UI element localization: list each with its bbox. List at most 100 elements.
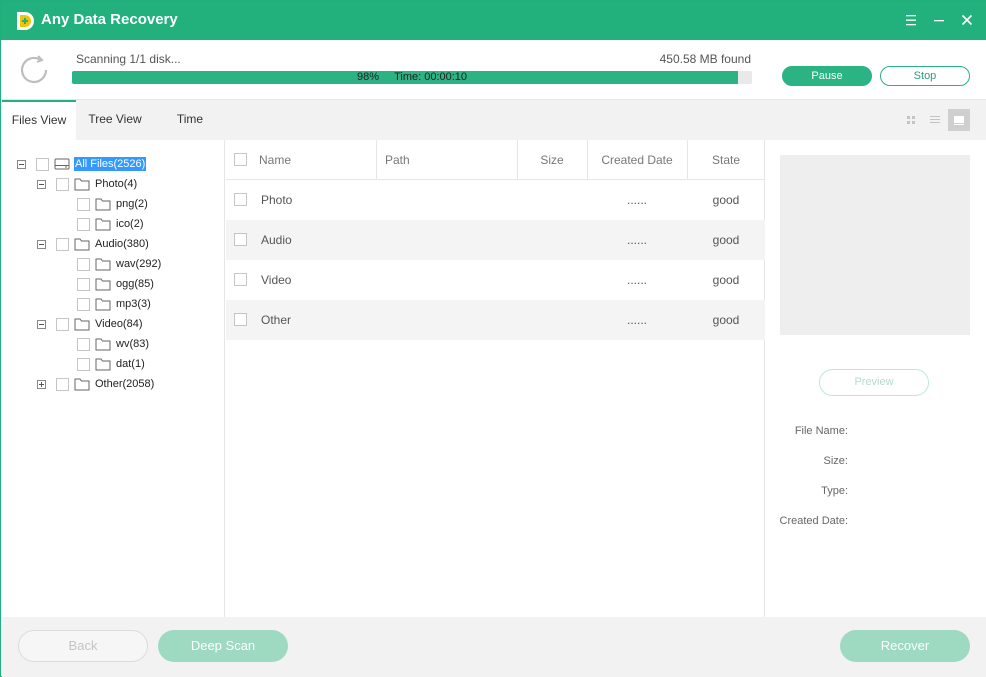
tree-label-ogg: ogg(85) — [116, 278, 154, 290]
row-checkbox[interactable] — [234, 313, 247, 326]
folder-icon — [74, 238, 90, 251]
elapsed-time: Time: 00:00:10 — [394, 71, 468, 83]
tree-checkbox[interactable] — [77, 357, 90, 371]
column-divider — [376, 140, 377, 180]
tree-checkbox[interactable] — [77, 217, 90, 231]
column-name[interactable]: Name — [259, 140, 291, 180]
select-all-checkbox[interactable] — [234, 153, 247, 166]
tree-checkbox[interactable] — [56, 177, 69, 191]
type-label: Type: — [821, 485, 848, 497]
tree-label-other: Other(2058) — [95, 378, 155, 390]
row-created: ...... — [626, 313, 647, 327]
tree-label-mp3: mp3(3) — [116, 298, 151, 310]
app-window: Any Data Recovery Scanning 1/1 disk... 4… — [0, 0, 986, 677]
file-row[interactable]: Video ...... good — [226, 260, 765, 300]
file-name-label: File Name: — [794, 425, 848, 437]
created-date-label: Created Date: — [779, 515, 848, 527]
column-path[interactable]: Path — [385, 140, 410, 180]
tree-item-wv[interactable]: wv(83) — [77, 334, 150, 354]
folder-icon — [95, 218, 111, 231]
tree-checkbox[interactable] — [56, 317, 69, 331]
folder-tree: All Files(2526) Photo(4) png(2) ico(2) A… — [2, 140, 225, 617]
scan-status-bar: Scanning 1/1 disk... 450.58 MB found 98%… — [2, 40, 986, 100]
minimize-icon[interactable] — [930, 11, 948, 29]
tab-tree-view[interactable]: Tree View — [76, 100, 154, 140]
tree-item-ico[interactable]: ico(2) — [77, 214, 145, 234]
tree-label-video: Video(84) — [95, 318, 143, 330]
preview-thumbnail — [780, 155, 970, 335]
collapse-icon[interactable] — [37, 319, 46, 329]
file-row[interactable]: Other ...... good — [226, 300, 765, 340]
tree-label-ico: ico(2) — [116, 218, 144, 230]
refresh-spinner-icon — [20, 55, 48, 84]
drive-icon — [54, 158, 70, 170]
tab-time[interactable]: Time — [154, 100, 226, 140]
deep-scan-button[interactable]: Deep Scan — [158, 630, 288, 662]
row-checkbox[interactable] — [234, 233, 247, 246]
collapse-icon[interactable] — [37, 179, 46, 189]
tree-item-wav[interactable]: wav(292) — [77, 254, 162, 274]
tree-checkbox[interactable] — [77, 297, 90, 311]
tree-label-wav: wav(292) — [116, 258, 162, 270]
tree-item-mp3[interactable]: mp3(3) — [77, 294, 152, 314]
row-state: good — [712, 273, 740, 287]
row-name: Video — [261, 273, 292, 287]
column-size[interactable]: Size — [517, 140, 587, 180]
detail-view-icon[interactable] — [948, 109, 970, 131]
row-checkbox[interactable] — [234, 273, 247, 286]
size-label: Size: — [823, 455, 848, 467]
tree-item-png[interactable]: png(2) — [77, 194, 149, 214]
tree-item-video[interactable]: Video(84) — [37, 314, 144, 334]
column-created-date[interactable]: Created Date — [587, 140, 687, 180]
row-created: ...... — [626, 273, 647, 287]
back-button[interactable]: Back — [18, 630, 148, 662]
row-created: ...... — [626, 233, 647, 247]
tree-checkbox[interactable] — [77, 277, 90, 291]
tree-label-png: png(2) — [116, 198, 148, 210]
recover-button[interactable]: Recover — [840, 630, 970, 662]
column-state[interactable]: State — [687, 140, 765, 180]
tree-item-audio[interactable]: Audio(380) — [37, 234, 150, 254]
tree-checkbox[interactable] — [77, 197, 90, 211]
progress-percent: 98% — [356, 71, 379, 83]
tree-label-all-files: All Files(2526) — [74, 157, 147, 171]
row-name: Photo — [261, 193, 293, 207]
list-view-icon[interactable] — [924, 109, 946, 131]
app-logo-icon — [17, 12, 34, 30]
tree-item-other[interactable]: Other(2058) — [37, 374, 155, 394]
folder-icon — [95, 298, 111, 311]
tree-label-audio: Audio(380) — [95, 238, 149, 250]
menu-icon[interactable] — [902, 11, 920, 29]
tree-checkbox[interactable] — [56, 377, 69, 391]
folder-icon — [74, 178, 90, 191]
collapse-icon[interactable] — [17, 159, 26, 169]
pause-button[interactable]: Pause — [782, 66, 872, 86]
tree-checkbox[interactable] — [56, 237, 69, 251]
close-icon[interactable] — [958, 11, 976, 29]
footer-bar: Back Deep Scan Recover — [2, 617, 986, 677]
tree-item-photo[interactable]: Photo(4) — [37, 174, 138, 194]
folder-icon — [95, 358, 111, 371]
tree-item-dat[interactable]: dat(1) — [77, 354, 146, 374]
row-created: ...... — [626, 193, 647, 207]
preview-button[interactable]: Preview — [819, 369, 929, 396]
row-state: good — [712, 313, 740, 327]
tree-checkbox[interactable] — [36, 157, 49, 171]
row-checkbox[interactable] — [234, 193, 247, 206]
tree-checkbox[interactable] — [77, 337, 90, 351]
grid-view-icon[interactable] — [900, 109, 922, 131]
tree-item-ogg[interactable]: ogg(85) — [77, 274, 155, 294]
tree-checkbox[interactable] — [77, 257, 90, 271]
found-size-text: 450.58 MB found — [659, 52, 751, 66]
collapse-icon[interactable] — [37, 239, 46, 249]
file-row[interactable]: Audio ...... good — [226, 220, 765, 260]
tree-item-all-files[interactable]: All Files(2526) — [17, 154, 147, 174]
folder-icon — [95, 258, 111, 271]
stop-button[interactable]: Stop — [880, 66, 970, 86]
file-row[interactable]: Photo ...... good — [226, 180, 765, 220]
app-title: Any Data Recovery — [41, 11, 178, 28]
file-list: Name Path Size Created Date State Photo … — [226, 140, 765, 617]
tab-files-view[interactable]: Files View — [2, 100, 76, 140]
tree-label-photo: Photo(4) — [95, 178, 138, 190]
expand-icon[interactable] — [37, 379, 46, 389]
